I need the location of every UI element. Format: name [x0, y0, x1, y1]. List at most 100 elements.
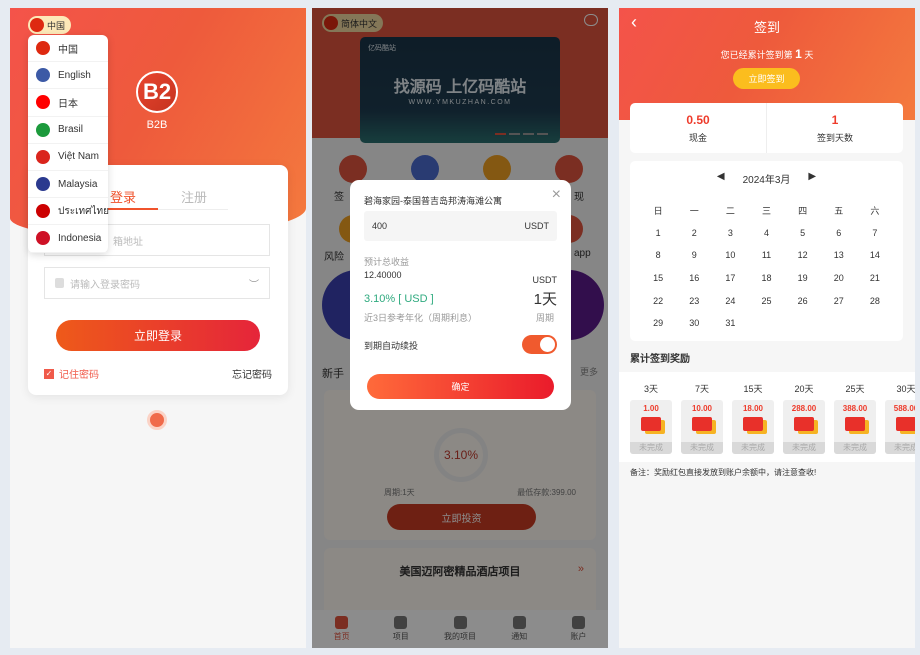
tab-register[interactable]: 注册 — [181, 187, 207, 206]
tab-login[interactable]: 登录 — [110, 187, 136, 206]
cash-value: 0.50 — [686, 112, 710, 127]
home-screen: 简体中文 亿码酷站 找源码 上亿码酷站 WWW.YMKUZHAN.COM 签 现… — [312, 8, 608, 648]
language-option[interactable]: English — [28, 62, 108, 90]
flag-icon — [36, 68, 50, 83]
calendar-day[interactable]: 18 — [748, 267, 784, 290]
reward-amount: 10.00 — [691, 404, 713, 413]
calendar-day[interactable]: 14 — [857, 244, 893, 267]
language-option[interactable]: 中国 — [28, 35, 108, 63]
calendar-day[interactable]: 8 — [640, 244, 676, 267]
calendar-day[interactable]: 19 — [785, 267, 821, 290]
calendar-day[interactable]: 4 — [748, 222, 784, 245]
calendar-day[interactable]: 5 — [785, 222, 821, 245]
reward-box: 288.00 未完成 — [783, 400, 825, 454]
customer-service-icon[interactable] — [147, 410, 167, 430]
language-option[interactable]: Indonesia — [28, 225, 108, 253]
amount-input[interactable]: 400 USDT — [364, 211, 557, 241]
month-label: 2024年3月 — [742, 175, 791, 186]
calendar-day[interactable]: 6 — [821, 222, 857, 245]
invest-button[interactable]: 立即投资 — [387, 504, 536, 530]
language-selector[interactable]: 中国 — [28, 16, 72, 34]
calendar: ◀ 2024年3月 ▶ 日一二三四五六 1 2 3 4 5 6 7 8 9 10 11 12 13 14 15 16… — [630, 161, 903, 341]
red-envelope-icon — [794, 417, 814, 431]
calendar-day[interactable]: 16 — [676, 267, 712, 290]
calendar-day[interactable]: 17 — [712, 267, 748, 290]
nav-label: 通知 — [511, 632, 528, 641]
team-icon[interactable] — [411, 155, 439, 183]
calendar-day[interactable]: 13 — [821, 244, 857, 267]
calendar-day[interactable]: 21 — [857, 267, 893, 290]
auto-renew-toggle[interactable] — [522, 335, 557, 354]
calendar-day[interactable]: 7 — [857, 222, 893, 245]
calendar-day[interactable]: 2 — [676, 222, 712, 245]
next-month-icon[interactable]: ▶ — [808, 171, 816, 186]
language-option[interactable]: Việt Nam — [28, 144, 108, 171]
product-card[interactable]: 3.10% 周期:1天 最低存款:399.00 立即投资 — [324, 390, 596, 540]
rate-value: 3.10% — [443, 448, 479, 462]
nav-item[interactable]: 账户 — [549, 610, 608, 648]
language-option[interactable]: ประเทศไทย — [28, 198, 109, 226]
login-button[interactable]: 立即登录 — [56, 320, 260, 351]
password-input[interactable]: 请输入登录密码 ︶ — [44, 267, 270, 299]
withdraw-icon[interactable] — [555, 155, 583, 183]
calendar-day[interactable]: 31 — [712, 312, 748, 335]
calendar-day[interactable]: 27 — [821, 289, 857, 312]
calendar-day[interactable]: 26 — [785, 289, 821, 312]
china-flag-icon — [324, 16, 338, 30]
close-icon[interactable]: × — [552, 186, 561, 204]
language-option[interactable]: 日本 — [28, 89, 108, 117]
est-label: 预计总收益 — [364, 257, 410, 267]
remember-password-checkbox[interactable]: ✓ 记住密码 — [44, 366, 99, 381]
prev-month-icon[interactable]: ◀ — [717, 171, 725, 186]
banner-logo: 亿码酷站 — [368, 45, 396, 52]
nav-item[interactable]: 通知 — [490, 610, 549, 648]
calendar-day[interactable]: 28 — [857, 289, 893, 312]
confirm-button[interactable]: 确定 — [367, 374, 554, 399]
calendar-day[interactable]: 12 — [785, 244, 821, 267]
product-title: 美国迈阿密精品酒店项目 — [399, 566, 521, 578]
forgot-password-link[interactable]: 忘记密码 — [232, 366, 272, 381]
calendar-day[interactable]: 25 — [748, 289, 784, 312]
summary-suffix: 天 — [804, 50, 814, 60]
reward-amount: 388.00 — [842, 404, 868, 413]
banner-title: 找源码 上亿码酷站 — [393, 79, 527, 96]
language-option[interactable]: Malaysia — [28, 171, 108, 199]
calendar-day[interactable]: 30 — [676, 312, 712, 335]
red-envelope-icon — [692, 417, 712, 431]
banner-carousel[interactable]: 亿码酷站 找源码 上亿码酷站 WWW.YMKUZHAN.COM — [360, 37, 560, 143]
section-title: 新手 — [322, 368, 344, 380]
language-option[interactable]: Brasil — [28, 117, 108, 144]
product-card[interactable]: 美国迈阿密精品酒店项目 » — [324, 548, 596, 618]
calendar-day[interactable]: 3 — [712, 222, 748, 245]
chevron-right-icon[interactable]: » — [578, 563, 584, 575]
language-option-label: ประเทศไทย — [58, 205, 109, 217]
period-text: 周期:1天 — [384, 488, 415, 497]
calendar-day[interactable]: 22 — [640, 289, 676, 312]
calendar-day[interactable]: 10 — [712, 244, 748, 267]
reward-amount: 1.00 — [643, 404, 659, 413]
language-selector[interactable]: 简体中文 — [322, 14, 384, 32]
sign-in-icon[interactable] — [339, 155, 367, 183]
calendar-day[interactable]: 29 — [640, 312, 676, 335]
language-option-label: Việt Nam — [58, 151, 99, 163]
checkin-button[interactable]: 立即签到 — [733, 68, 800, 89]
more-link[interactable]: 更多 — [580, 365, 598, 378]
bottom-nav: 首页 项目 我的项目 通知 账户 — [312, 610, 608, 648]
nav-item[interactable]: 我的项目 — [430, 610, 489, 648]
carousel-dots[interactable] — [495, 133, 548, 135]
calendar-day[interactable]: 9 — [676, 244, 712, 267]
calendar-day[interactable]: 15 — [640, 267, 676, 290]
calendar-day[interactable]: 20 — [821, 267, 857, 290]
chat-icon[interactable] — [584, 14, 598, 26]
nav-item[interactable]: 首页 — [312, 610, 371, 648]
eye-closed-icon[interactable]: ︶ — [249, 276, 259, 291]
logo-mark: B2 — [142, 79, 172, 104]
calendar-icon[interactable] — [483, 155, 511, 183]
calendar-day[interactable]: 23 — [676, 289, 712, 312]
calendar-day[interactable]: 11 — [748, 244, 784, 267]
nav-item[interactable]: 项目 — [371, 610, 430, 648]
language-option-label: Malaysia — [58, 178, 98, 190]
calendar-day[interactable]: 24 — [712, 289, 748, 312]
calendar-day[interactable]: 1 — [640, 222, 676, 245]
checkbox-checked-icon: ✓ — [44, 368, 54, 379]
